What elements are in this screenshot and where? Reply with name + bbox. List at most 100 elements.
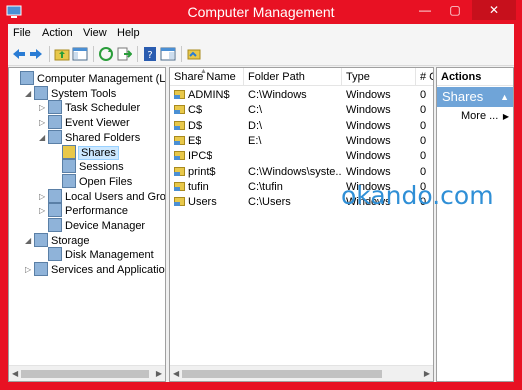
shares-list[interactable]: ▲Share Name Folder Path Type # C ADMIN$ C… [169,67,434,382]
actions-section-shares[interactable]: Shares ▲ [437,87,513,107]
disk-icon [48,247,62,262]
column-header-folder-path[interactable]: Folder Path [244,68,342,86]
tree-item[interactable]: ◢ System Tools [25,85,117,101]
open-files-icon [62,173,76,188]
submenu-arrow-icon: ▶ [502,112,509,121]
svg-text:?: ? [147,50,152,61]
type-cell: Windows [346,134,391,147]
type-cell: Windows [346,150,391,163]
scroll-left-icon[interactable]: ◀ [12,369,18,378]
forward-arrow-icon[interactable] [28,46,44,62]
up-folder-icon[interactable] [54,46,70,62]
table-row[interactable]: D$ D:\ Windows 0 [170,119,433,134]
actions-section-label: Shares [442,89,484,104]
expander-icon[interactable]: ◢ [39,130,48,145]
tools-icon [34,85,48,100]
properties-icon[interactable] [160,46,176,62]
device-manager-icon [48,218,62,232]
tree-item[interactable]: Device Manager [39,218,145,233]
connections-cell: 0 [420,196,427,209]
share-name-cell: E$ [174,134,201,149]
share-name-cell: C$ [174,103,202,118]
list-horizontal-scrollbar[interactable]: ◀ ▶ [170,365,433,381]
export-list-icon[interactable] [116,46,132,62]
show-hide-tree-icon[interactable] [72,46,88,62]
collapse-icon[interactable]: ▲ [500,87,509,107]
expander-icon[interactable]: ▷ [39,203,48,218]
folder-path-cell: C:\Windows\syste... [248,165,342,178]
menu-file[interactable]: File [13,27,31,39]
tree-item-label: Shared Folders [65,131,141,144]
tree-item[interactable]: Sessions [53,159,124,174]
minimize-button[interactable]: — [412,0,438,20]
table-row[interactable]: print$ C:\Windows\syste... Windows 0 [170,165,433,180]
more-actions-link[interactable]: More ... [461,110,498,122]
share-name: print$ [188,165,216,178]
tree-item[interactable]: ▷ Task Scheduler [39,100,140,115]
refresh-icon[interactable] [98,46,114,62]
tree-item[interactable]: Computer Management (Local [11,71,165,86]
share-icon [174,120,185,130]
sessions-icon [62,159,76,174]
share-name-cell: D$ [174,119,202,134]
connections-cell: 0 [420,89,427,101]
window-client-area: File Action View Help ? Computer Managem… [8,24,514,382]
expander-icon[interactable]: ▷ [25,262,34,277]
share-name-cell: ADMIN$ [174,88,230,103]
menu-view[interactable]: View [83,27,107,39]
tree-item[interactable]: ▷ Services and Applications [25,262,165,277]
expander-icon[interactable]: ◢ [25,86,34,101]
tree-item[interactable]: ▷ Local Users and Groups [39,188,166,204]
help-icon[interactable]: ? [142,46,158,62]
maximize-button[interactable]: ▢ [442,0,468,20]
share-name-cell: Users [174,195,217,210]
share-icon [174,90,185,99]
table-row[interactable]: C$ C:\ Windows 0 [170,103,433,118]
back-arrow-icon[interactable] [11,46,27,62]
menu-help[interactable]: Help [117,27,140,39]
column-header-type[interactable]: Type [342,68,416,86]
tree-item[interactable]: ▷ Performance [39,203,128,218]
tree-item[interactable]: Open Files [53,173,133,189]
expander-icon[interactable]: ◢ [25,233,34,248]
tree-horizontal-scrollbar[interactable]: ◀ ▶ [9,365,165,381]
close-button[interactable]: ✕ [472,0,516,20]
share-icon [174,166,185,176]
table-row[interactable]: IPC$ Windows 0 [170,149,433,164]
tree-item[interactable]: ◢ Shared Folders [39,129,141,145]
table-row[interactable]: Users C:\Users Windows 0 [170,195,433,210]
tree-item[interactable]: ▷ Event Viewer [39,115,130,130]
tree-item[interactable]: ◢ Storage [25,232,90,248]
connections-cell: 0 [420,180,427,193]
column-header-share-name[interactable]: ▲ Share Name [170,68,244,86]
scroll-thumb[interactable] [182,370,382,378]
scroll-right-icon[interactable]: ▶ [424,369,430,378]
connections-cell: 0 [420,119,427,132]
share-name: D$ [188,119,203,132]
menu-action[interactable]: Action [42,27,73,39]
tree-item[interactable]: Shares [53,144,119,160]
share-name: C$ [188,104,203,117]
scroll-right-icon[interactable]: ▶ [156,369,162,378]
clock-icon [48,100,62,115]
expander-icon[interactable]: ▷ [39,100,48,115]
share-icon [174,135,185,145]
share-icon[interactable] [186,46,202,62]
table-row[interactable]: E$ E:\ Windows 0 [170,134,433,149]
scroll-left-icon[interactable]: ◀ [173,369,179,378]
expander-icon[interactable]: ▷ [39,189,48,204]
table-row[interactable]: ADMIN$ C:\Windows Windows 0 [170,88,433,103]
share-icon [174,105,185,115]
tree-item-label: Local Users and Groups [65,190,166,203]
share-name-cell: IPC$ [174,149,212,164]
tree-item-label: Open Files [79,175,133,188]
tree-item-label: System Tools [51,87,117,100]
share-name: IPC$ [188,150,213,163]
table-row[interactable]: tufin C:\tufin Windows 0 [170,180,433,195]
column-header-client-connections[interactable]: # C [416,68,433,86]
tree-item-label: Performance [65,205,128,218]
scroll-thumb[interactable] [21,370,149,378]
console-tree[interactable]: Computer Management (Local◢System Tools▷… [8,67,166,382]
expander-icon[interactable]: ▷ [39,115,48,130]
tree-item[interactable]: Disk Management [39,247,154,262]
